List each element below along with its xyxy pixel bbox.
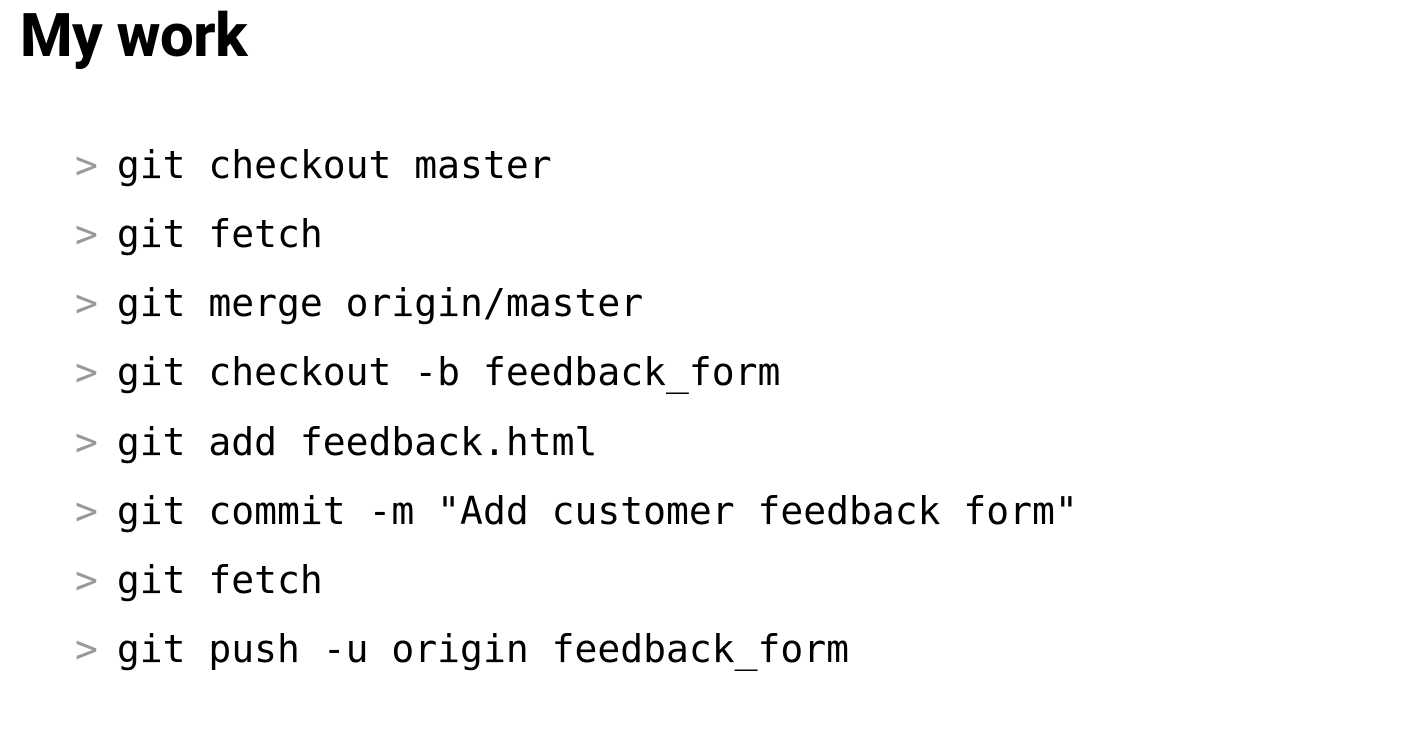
command-line: > git fetch [75, 200, 1384, 269]
command-text: git fetch [117, 200, 323, 269]
command-line: > git commit -m "Add customer feedback f… [75, 477, 1384, 546]
prompt-symbol: > [75, 338, 98, 407]
prompt-symbol: > [75, 546, 98, 615]
prompt-symbol: > [75, 615, 98, 684]
command-text: git push -u origin feedback_form [117, 615, 849, 684]
command-line: > git checkout -b feedback_form [75, 338, 1384, 407]
command-text: git commit -m "Add customer feedback for… [117, 477, 1078, 546]
command-line: > git fetch [75, 546, 1384, 615]
prompt-symbol: > [75, 269, 98, 338]
prompt-symbol: > [75, 477, 98, 546]
command-text: git fetch [117, 546, 323, 615]
command-text: git merge origin/master [117, 269, 643, 338]
code-block: > git checkout master > git fetch > git … [20, 131, 1384, 684]
command-text: git checkout master [117, 131, 552, 200]
command-line: > git merge origin/master [75, 269, 1384, 338]
command-line: > git push -u origin feedback_form [75, 615, 1384, 684]
command-line: > git add feedback.html [75, 408, 1384, 477]
prompt-symbol: > [75, 408, 98, 477]
command-text: git checkout -b feedback_form [117, 338, 780, 407]
command-text: git add feedback.html [117, 408, 597, 477]
prompt-symbol: > [75, 200, 98, 269]
prompt-symbol: > [75, 131, 98, 200]
command-line: > git checkout master [75, 131, 1384, 200]
page-title: My work [20, 0, 1384, 71]
